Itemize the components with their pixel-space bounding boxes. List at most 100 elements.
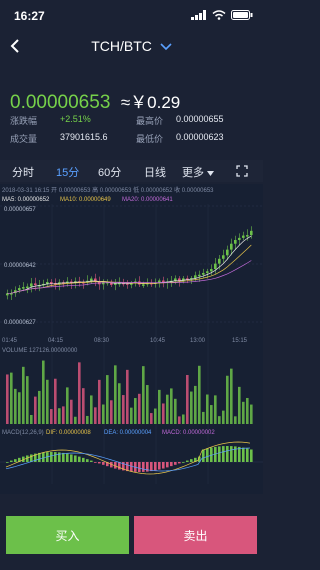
volume-bar xyxy=(134,398,137,424)
status-time: 16:27 xyxy=(14,9,45,23)
volume-bar xyxy=(114,365,117,424)
candle xyxy=(18,288,21,291)
tab-daily[interactable]: 日线 xyxy=(144,164,166,180)
volume-bar xyxy=(130,407,133,424)
period-tabs: 分时 15分 60分 日线 更多 xyxy=(0,160,263,182)
volume-bar xyxy=(102,404,105,424)
pair-selector[interactable]: TCH/BTC xyxy=(0,38,263,54)
pair-title: TCH/BTC xyxy=(91,38,152,54)
tab-60min[interactable]: 60分 xyxy=(98,164,121,180)
candle xyxy=(50,282,53,284)
y-label-top: 0.00000657 xyxy=(4,207,36,213)
volume-bar xyxy=(6,374,9,424)
volume-bar xyxy=(222,410,225,424)
macd-title: MACD(12,26,9) xyxy=(2,430,44,436)
kline-chart[interactable]: 2018-03-31 16:15 开 0.00000653 高 0.000006… xyxy=(0,184,263,494)
tab-15min[interactable]: 15分 xyxy=(56,164,79,180)
macd-bar xyxy=(10,460,13,462)
kline-chart-svg: 2018-03-31 16:15 开 0.00000653 高 0.000006… xyxy=(0,186,263,484)
volume-bar xyxy=(214,395,217,424)
volume-bar xyxy=(138,393,141,424)
ma5-label: MA5: 0.00000652 xyxy=(2,197,50,203)
ohlc-info: 2018-03-31 16:15 开 0.00000653 高 0.000006… xyxy=(2,186,214,194)
macd-bar xyxy=(70,454,73,462)
volume-bar xyxy=(66,387,69,424)
wifi-icon xyxy=(212,10,226,20)
macd-bar xyxy=(74,455,77,462)
high-value: 0.00000655 xyxy=(176,114,224,124)
macd-bar xyxy=(130,462,133,472)
volume-bar xyxy=(218,416,221,424)
macd-bar xyxy=(162,462,165,469)
candle xyxy=(238,237,241,240)
tab-more-label: 更多 xyxy=(182,167,204,179)
volume-bar xyxy=(122,395,125,424)
macd-bar xyxy=(86,459,89,462)
volume-bar xyxy=(50,409,53,424)
signal-icon xyxy=(191,10,206,20)
candle xyxy=(194,275,197,279)
macd-bar xyxy=(222,446,225,462)
macd-bar xyxy=(82,457,85,462)
volume-bar xyxy=(38,390,41,424)
macd-bar xyxy=(102,462,105,465)
low-value: 0.00000623 xyxy=(176,132,224,142)
candle xyxy=(26,286,29,289)
low-label: 最低价 xyxy=(136,134,164,144)
volume-bar xyxy=(230,368,233,424)
candle xyxy=(214,263,217,270)
last-price: 0.00000653 xyxy=(10,92,111,113)
cny-price: ≈￥0.29 xyxy=(120,93,181,112)
x-label: 13:00 xyxy=(190,338,206,344)
volume-bar xyxy=(14,388,17,424)
macd-bar xyxy=(206,448,209,462)
volume-bar xyxy=(74,416,77,424)
volume-bar xyxy=(54,378,57,424)
macd-bar xyxy=(246,448,249,462)
ma10-label: MA10: 0.00000649 xyxy=(60,197,111,203)
volume-bar xyxy=(110,400,113,424)
macd-bar xyxy=(150,462,153,472)
status-bar: 16:27 xyxy=(0,0,263,30)
volume-bar xyxy=(178,416,181,424)
macd-bar xyxy=(118,462,121,470)
candle xyxy=(234,239,237,244)
volume-bar xyxy=(162,403,165,424)
macd-bar xyxy=(182,461,185,463)
y-label-mid: 0.00000642 xyxy=(4,263,36,269)
ma20-label: MA20: 0.00000641 xyxy=(122,197,173,203)
volume-bar xyxy=(198,365,201,424)
macd-bar xyxy=(226,446,229,462)
volume-bar xyxy=(190,391,193,424)
volume-bar xyxy=(150,413,153,424)
sell-button[interactable]: 卖出 xyxy=(134,516,257,554)
volume-bar xyxy=(62,406,65,424)
change-label: 涨跌幅 xyxy=(10,116,38,126)
volume-bars xyxy=(6,360,253,424)
price-block: 0.00000653 ≈￥0.29 xyxy=(10,88,180,114)
volume-bar xyxy=(202,411,205,424)
candle xyxy=(222,255,225,259)
x-label: 15:15 xyxy=(232,338,248,344)
macd-bar xyxy=(178,462,181,464)
volume-bar xyxy=(154,408,157,424)
candle xyxy=(158,280,161,283)
volume-bar xyxy=(170,388,173,424)
candle xyxy=(30,283,33,287)
candle xyxy=(142,284,145,286)
buy-button[interactable]: 买入 xyxy=(6,516,129,554)
volume-bar xyxy=(78,362,81,424)
macd-bar xyxy=(174,462,177,465)
candle xyxy=(34,283,37,286)
macd-value: MACD: 0.00000002 xyxy=(162,430,215,436)
volume-bar xyxy=(238,386,241,424)
tab-time-sharing[interactable]: 分时 xyxy=(12,164,34,180)
high-label: 最高价 xyxy=(136,116,164,126)
volume-bar xyxy=(242,401,245,424)
tab-more[interactable]: 更多 xyxy=(182,164,215,180)
fullscreen-icon[interactable] xyxy=(236,165,248,177)
volume-bar xyxy=(206,394,209,424)
volume-bar xyxy=(174,398,177,424)
macd-bar xyxy=(202,449,205,462)
macd-bar xyxy=(190,459,193,462)
